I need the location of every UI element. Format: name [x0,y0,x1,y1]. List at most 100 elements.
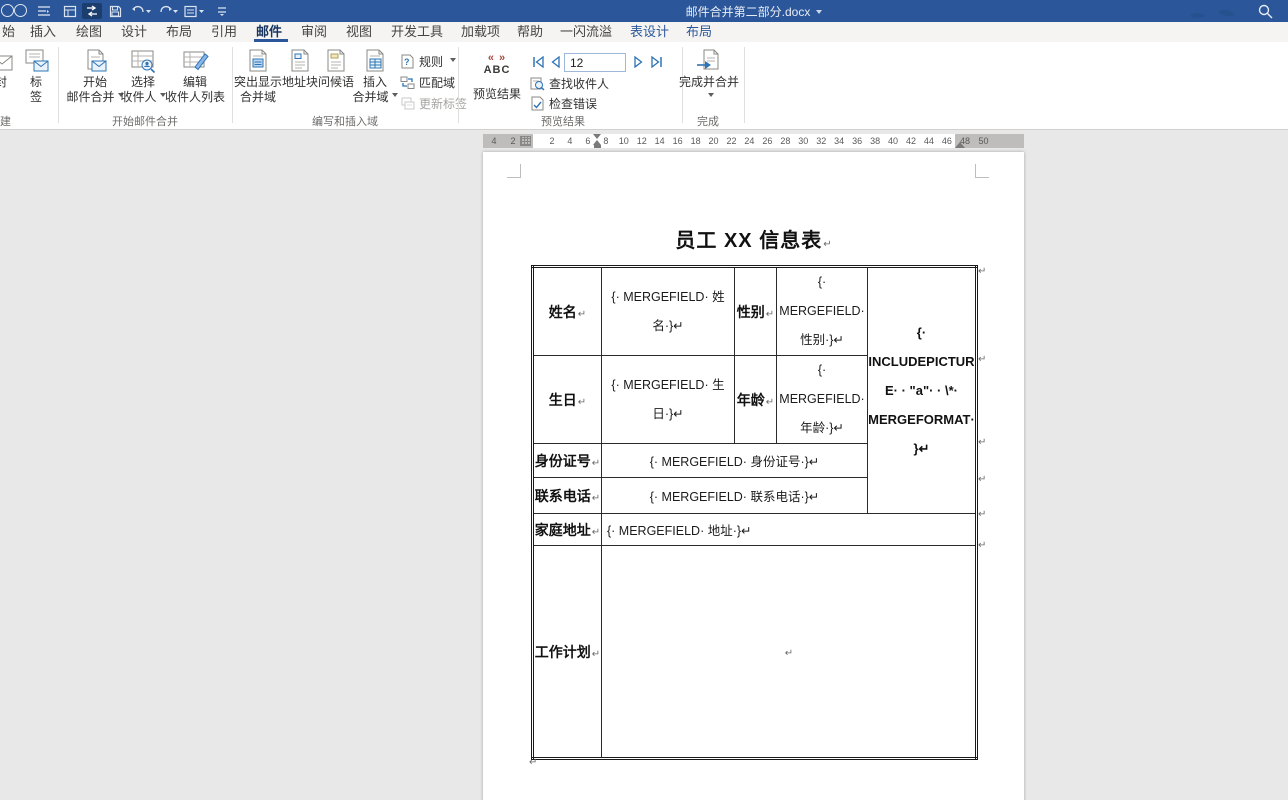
ruler-number: 18 [691,136,701,146]
find-recipient-button[interactable]: 查找收件人 [530,74,609,93]
undo-icon[interactable] [128,3,154,19]
tab-references[interactable]: 引用 [211,22,237,42]
redo-icon[interactable] [155,3,181,19]
insert-merge-field-button[interactable]: 插入 合并域 [352,45,398,111]
tab-help[interactable]: 帮助 [517,22,543,42]
labels-button[interactable]: 标 签 [16,45,56,111]
print-preview-icon[interactable] [60,3,80,19]
tab-view[interactable]: 视图 [346,22,372,42]
more-commands-icon[interactable] [212,3,232,19]
document-heading[interactable]: 员工 XX 信息表↵ [483,224,1024,253]
labels-icon [23,45,50,75]
tab-draw[interactable]: 绘图 [76,22,102,42]
first-record-button[interactable] [530,54,546,70]
edit-recipient-list-button[interactable]: 编辑 收件人列表 [158,45,232,111]
employee-info-table[interactable]: 姓名↵ {· MERGEFIELD· 姓 名·}↵ 性别↵ {· MERGEFI… [531,265,978,760]
rules-button[interactable]: ? 规则 [400,52,456,71]
cell-id-field[interactable]: {· MERGEFIELD· 身份证号·}↵ [602,444,868,478]
cell-id-label[interactable]: 身份证号↵ [533,444,602,478]
cell-gender-field[interactable]: {· MERGEFIELD· 性别·}↵ [777,267,868,356]
check-errors-button[interactable]: 检查错误 [530,94,597,113]
tab-insert[interactable]: 插入 [30,22,56,42]
tab-layout[interactable]: 布局 [166,22,192,42]
paragraph-mark: ↵ [592,527,600,538]
ruler-number: 16 [673,136,683,146]
cell-birthday-field[interactable]: {· MERGEFIELD· 生 日·}↵ [602,356,735,444]
document-title[interactable]: 邮件合并第二部分.docx [604,0,904,22]
cell-name-label[interactable]: 姓名↵ [533,267,602,356]
finish-merge-button[interactable]: 完成并合并 [680,45,738,111]
ruler-number: 44 [924,136,934,146]
cell-age-field[interactable]: {· MERGEFIELD· 年龄·}↵ [777,356,868,444]
finish-merge-icon [695,45,723,75]
customize-toolbar-icon[interactable] [34,3,54,19]
tab-design[interactable]: 设计 [121,22,147,42]
preview-results-button[interactable]: « » ABC 预览结果 [468,45,526,111]
ruler-number: 50 [978,136,988,146]
quick-command-icon[interactable] [182,3,208,19]
tab-addins[interactable]: 加载项 [461,22,500,42]
cell-address-label[interactable]: 家庭地址↵ [533,514,602,546]
cell-name-field[interactable]: {· MERGEFIELD· 姓 名·}↵ [602,267,735,356]
ruler-number: 28 [780,136,790,146]
ruler-number: 42 [906,136,916,146]
merge-field-toggle-icon[interactable] [82,3,102,19]
cell-workplan-label[interactable]: 工作计划↵ [533,546,602,759]
right-indent-marker[interactable] [955,137,965,148]
group-label-preview-results: 预览结果 [541,113,585,129]
record-number-input[interactable] [564,53,626,72]
left-indent-marker[interactable] [594,145,601,148]
cell-birthday-label[interactable]: 生日↵ [533,356,602,444]
last-record-button[interactable] [648,54,664,70]
ribbon-mailings: 封 标 签 建 开始 邮件合并 选择 收件人 编辑 收件人列表 开始邮件合并 [0,42,1288,130]
cell-photo-field[interactable]: {· INCLUDEPICTUR E· · "a"· · \*· MERGEFO… [868,267,977,514]
greeting-line-button[interactable]: 问候语 [318,45,354,111]
cell-address-field[interactable]: {· MERGEFIELD· 地址·}↵ [602,514,977,546]
tab-home-partial[interactable]: 始 [2,22,15,42]
previous-record-button[interactable] [547,54,563,70]
save-icon[interactable] [105,3,125,19]
ruler-number: 24 [744,136,754,146]
ribbon-tabs: 始 插入 绘图 设计 布局 引用 邮件 审阅 视图 开发工具 加载项 帮助 一闪… [0,22,1288,42]
window-control-icon[interactable] [1,4,14,17]
address-block-button[interactable]: 地址块 [282,45,318,111]
ruler-number: 8 [603,136,608,146]
window-control-icon[interactable] [14,4,27,17]
ruler-number: 2 [549,136,554,146]
hanging-indent-marker[interactable] [593,136,601,145]
paragraph-mark: ↵ [823,239,831,250]
match-fields-button[interactable]: 匹配域 [400,73,455,92]
tab-table-design[interactable]: 表设计 [630,22,669,42]
document-page[interactable]: 员工 XX 信息表↵ 姓名↵ {· MERGEFIELD· 姓 名·}↵ 性别↵… [483,152,1024,800]
group-divider [58,47,59,123]
find-recipient-icon [530,76,545,91]
ruler-numbers: 4224681012141618202224262830323436384042… [483,134,1024,148]
title-dropdown-icon [816,10,822,17]
cell-age-label[interactable]: 年龄↵ [735,356,777,444]
address-block-icon [288,45,312,75]
greeting-line-icon [324,45,348,75]
tab-developer[interactable]: 开发工具 [391,22,443,42]
horizontal-ruler[interactable]: 4224681012141618202224262830323436384042… [483,134,1024,148]
cell-workplan-content[interactable]: ↵ [602,546,977,759]
paragraph-mark: ↵ [766,309,774,320]
cell-phone-label[interactable]: 联系电话↵ [533,478,602,514]
ruler-number: 4 [567,136,572,146]
tab-review[interactable]: 审阅 [301,22,327,42]
tab-custom-addin[interactable]: 一闪流溢 [560,22,612,42]
cell-gender-label[interactable]: 性别↵ [735,267,777,356]
dropdown-icon [450,58,456,65]
ruler-number: 10 [619,136,629,146]
table-row: 家庭地址↵ {· MERGEFIELD· 地址·}↵ [533,514,977,546]
next-record-button[interactable] [630,54,646,70]
update-labels-button[interactable]: 更新标签 [400,94,467,113]
highlight-merge-fields-button[interactable]: 突出显示 合并域 [228,45,288,111]
search-icon[interactable] [1257,3,1274,20]
cell-phone-field[interactable]: {· MERGEFIELD· 联系电话·}↵ [602,478,868,514]
table-row: 工作计划↵ ↵ [533,546,977,759]
tab-table-layout[interactable]: 布局 [686,22,712,42]
row-end-mark: ↵ [978,509,986,520]
envelope-icon [0,45,14,75]
dropdown-icon [392,93,398,100]
paragraph-mark: ↵ [592,458,600,469]
